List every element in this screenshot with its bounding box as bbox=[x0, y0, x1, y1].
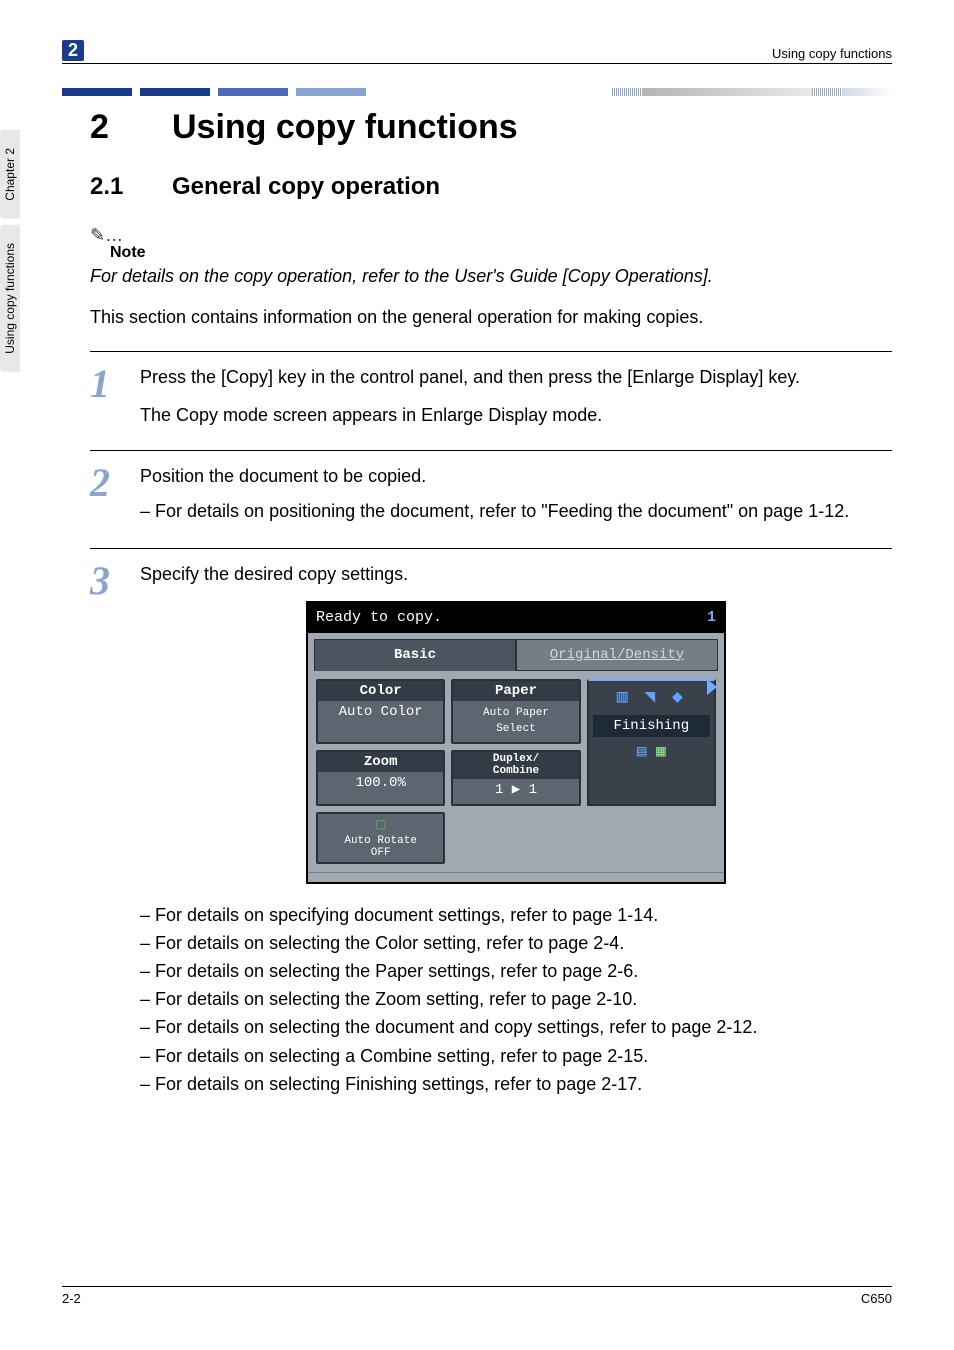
paper-value-l2: Select bbox=[496, 723, 536, 735]
screen-status: Ready to copy. bbox=[316, 607, 442, 629]
step-3-bullet-0: For details on specifying document setti… bbox=[140, 902, 892, 928]
color-value: Auto Color bbox=[339, 704, 423, 720]
step-3-main: Specify the desired copy settings. bbox=[140, 561, 892, 587]
finishing-icons-top: ▥ ◥ ◆ bbox=[593, 685, 710, 711]
step-3-bullet-3: For details on selecting the Zoom settin… bbox=[140, 986, 892, 1012]
touchscreen: Ready to copy. 1 Basic Original/Density … bbox=[306, 601, 726, 884]
finishing-button[interactable]: ▥ ◥ ◆ Finishing ▤ ▦ bbox=[587, 679, 716, 806]
step-3-bullet-1: For details on selecting the Color setti… bbox=[140, 930, 892, 956]
step-2: 2 Position the document to be copied. Fo… bbox=[90, 450, 892, 525]
step-3-num: 3 bbox=[90, 561, 122, 1099]
step-2-main: Position the document to be copied. bbox=[140, 463, 892, 489]
duplex-label: Duplex/Combine bbox=[453, 752, 578, 779]
footer-model: C650 bbox=[861, 1291, 892, 1306]
zoom-value: 100.0% bbox=[355, 775, 405, 791]
finishing-label: Finishing bbox=[593, 715, 710, 737]
tab-original-density[interactable]: Original/Density bbox=[516, 639, 718, 671]
finishing-icons-bot: ▤ ▦ bbox=[593, 741, 710, 764]
screen-count: 1 bbox=[707, 607, 716, 629]
paper-value-l1: Auto Paper bbox=[483, 707, 549, 719]
tab-basic[interactable]: Basic bbox=[314, 639, 516, 671]
step-1-num: 1 bbox=[90, 364, 122, 428]
color-label: Color bbox=[318, 681, 443, 701]
duplex-combine-button[interactable]: Duplex/Combine 1 ▶ 1 bbox=[451, 750, 580, 806]
side-tab-section: Using copy functions bbox=[0, 225, 20, 372]
step-3-bullet-2: For details on selecting the Paper setti… bbox=[140, 958, 892, 984]
title-num: 2 bbox=[90, 108, 172, 147]
paper-label: Paper bbox=[453, 681, 578, 701]
step-3-bullet-4: For details on selecting the document an… bbox=[140, 1014, 892, 1040]
page-header: 2 Using copy functions bbox=[62, 40, 892, 64]
step-3: 3 Specify the desired copy settings. Rea… bbox=[90, 548, 892, 1099]
auto-rotate-button[interactable]: ▢ Auto Rotate OFF bbox=[316, 812, 445, 864]
page-footer: 2-2 C650 bbox=[62, 1286, 892, 1306]
step-1-main: Press the [Copy] key in the control pane… bbox=[140, 364, 892, 390]
chapter-chip: 2 bbox=[62, 40, 84, 61]
intro-text: This section contains information on the… bbox=[90, 305, 892, 329]
running-title: Using copy functions bbox=[772, 46, 892, 61]
auto-rotate-icon: ▢ bbox=[320, 817, 441, 835]
section-num: 2.1 bbox=[90, 173, 172, 201]
duplex-value: 1 ▶ 1 bbox=[495, 782, 537, 798]
page-title: 2Using copy functions bbox=[90, 108, 892, 147]
zoom-button[interactable]: Zoom 100.0% bbox=[316, 750, 445, 806]
step-1-sub: The Copy mode screen appears in Enlarge … bbox=[140, 402, 892, 428]
note-body: For details on the copy operation, refer… bbox=[90, 266, 892, 287]
step-3-bullet-6: For details on selecting Finishing setti… bbox=[140, 1071, 892, 1097]
color-button[interactable]: Color Auto Color bbox=[316, 679, 445, 744]
paper-button[interactable]: Paper Auto Paper Select bbox=[451, 679, 580, 744]
step-2-bullet-0: For details on positioning the document,… bbox=[140, 498, 892, 524]
decorative-strip bbox=[62, 88, 892, 96]
step-1: 1 Press the [Copy] key in the control pa… bbox=[90, 351, 892, 428]
footer-page: 2-2 bbox=[62, 1291, 81, 1306]
step-3-bullet-5: For details on selecting a Combine setti… bbox=[140, 1043, 892, 1069]
title-text: Using copy functions bbox=[172, 108, 518, 146]
note-icon: ✎… bbox=[90, 225, 892, 246]
side-tab-chapter: Chapter 2 bbox=[0, 130, 20, 219]
zoom-label: Zoom bbox=[318, 752, 443, 772]
auto-rotate-l1: Auto Rotate bbox=[344, 835, 417, 847]
section-title: 2.1General copy operation bbox=[90, 173, 892, 201]
section-text: General copy operation bbox=[172, 173, 440, 200]
step-2-num: 2 bbox=[90, 463, 122, 525]
note-label: Note bbox=[110, 244, 892, 262]
auto-rotate-l2: OFF bbox=[371, 847, 391, 859]
